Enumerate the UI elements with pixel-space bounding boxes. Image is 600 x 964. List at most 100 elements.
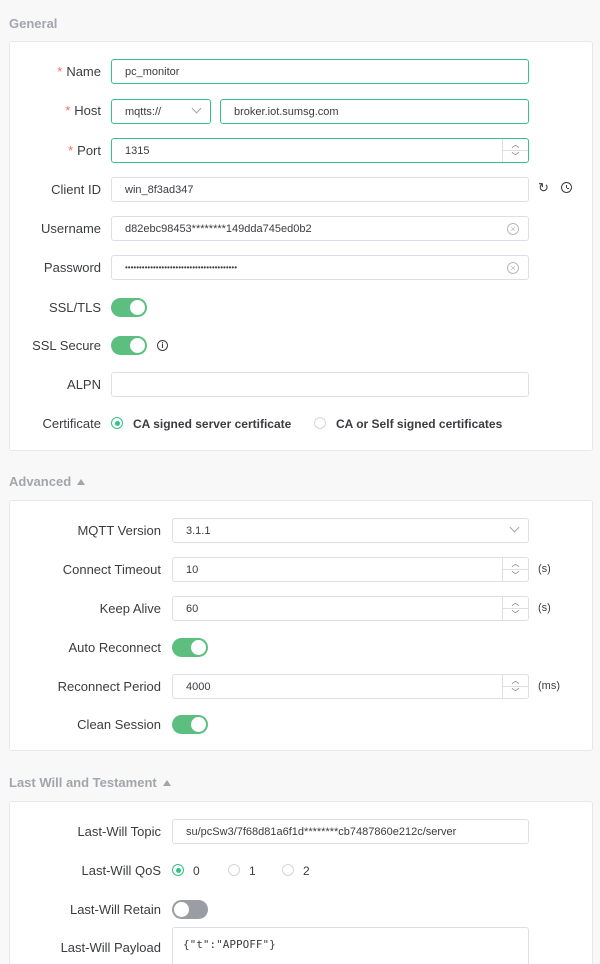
qos-1-radio[interactable] — [228, 864, 240, 876]
connect-timeout-input[interactable]: 10 ︿ ﹀ — [172, 557, 529, 582]
protocol-select[interactable]: mqtts:// — [111, 99, 211, 124]
port-input[interactable]: 1315 ︿ ﹀ — [111, 138, 529, 163]
ssl-tls-label: SSL/TLS — [10, 300, 101, 315]
alpn-label-text: ALPN — [67, 377, 101, 392]
chevron-down-icon — [191, 103, 202, 114]
reconnect-period-label-text: Reconnect Period — [57, 679, 161, 694]
decrement-button[interactable]: ﹀ — [503, 151, 528, 162]
last-will-section-title[interactable]: Last Will and Testament — [9, 775, 171, 790]
advanced-card: MQTT Version 3.1.1 Connect Timeout 10 ︿ ﹀… — [9, 500, 593, 751]
clear-icon[interactable]: × — [507, 223, 519, 235]
required-mark: * — [57, 64, 63, 79]
alpn-label: ALPN — [10, 377, 101, 392]
info-icon[interactable]: i — [157, 340, 168, 351]
host-label: * Host — [10, 103, 101, 118]
username-input[interactable]: d82ebc98453********149dda745ed0b2 × — [111, 216, 529, 241]
refresh-icon[interactable]: ↻ — [538, 181, 549, 195]
last-will-payload-label-text: Last-Will Payload — [60, 940, 161, 955]
ca-signed-label[interactable]: CA signed server certificate — [133, 417, 291, 431]
last-will-retain-label-text: Last-Will Retain — [69, 902, 161, 917]
clean-session-toggle[interactable] — [172, 715, 208, 734]
self-signed-label[interactable]: CA or Self signed certificates — [336, 417, 502, 431]
clock-icon[interactable] — [561, 182, 572, 193]
host-input[interactable]: broker.iot.sumsg.com — [220, 99, 529, 124]
last-will-payload-label: Last-Will Payload — [10, 940, 161, 955]
required-mark: * — [65, 103, 71, 118]
alpn-input[interactable] — [111, 372, 529, 397]
qos-0-label[interactable]: 0 — [193, 864, 200, 878]
reconnect-period-unit: (ms) — [538, 680, 560, 692]
ssl-tls-label-text: SSL/TLS — [48, 300, 101, 315]
increment-button[interactable]: ︿ — [503, 558, 528, 570]
reconnect-period-input[interactable]: 4000 ︿ ﹀ — [172, 674, 529, 699]
name-input[interactable]: pc_monitor — [111, 59, 529, 84]
client-id-label: Client ID — [10, 182, 101, 197]
reconnect-period-value: 4000 — [186, 680, 211, 693]
port-stepper: ︿ ﹀ — [502, 139, 528, 162]
chevron-down-icon — [509, 522, 520, 533]
last-will-topic-label: Last-Will Topic — [10, 824, 161, 839]
reconnect-period-label: Reconnect Period — [10, 679, 161, 694]
self-signed-radio[interactable] — [314, 417, 326, 429]
decrement-button[interactable]: ﹀ — [503, 609, 528, 620]
last-will-payload-editor[interactable]: {"t":"APPOFF"} — [172, 927, 529, 964]
last-will-topic-value: su/pcSw3/7f68d81a6f1d********cb7487860e2… — [186, 825, 457, 838]
qos-1-label[interactable]: 1 — [249, 864, 256, 878]
general-section-title: General — [9, 16, 57, 31]
ssl-secure-toggle[interactable] — [111, 336, 147, 355]
password-input[interactable]: ••••••••••••••••••••••••••••••••••••••••… — [111, 255, 529, 280]
qos-2-label[interactable]: 2 — [303, 864, 310, 878]
increment-button[interactable]: ︿ — [503, 675, 528, 687]
reconnect-period-stepper: ︿ ﹀ — [502, 675, 528, 698]
client-id-input[interactable]: win_8f3ad347 — [111, 177, 529, 202]
auto-reconnect-toggle[interactable] — [172, 638, 208, 657]
protocol-value: mqtts:// — [125, 105, 162, 118]
increment-button[interactable]: ︿ — [503, 139, 528, 151]
connect-timeout-value: 10 — [186, 563, 199, 576]
ca-signed-radio[interactable] — [111, 417, 123, 429]
port-label: * Port — [10, 143, 101, 158]
auto-reconnect-label: Auto Reconnect — [10, 640, 161, 655]
password-label: Password — [10, 260, 101, 275]
decrement-button[interactable]: ﹀ — [503, 687, 528, 698]
connect-timeout-label: Connect Timeout — [10, 562, 161, 577]
connect-timeout-stepper: ︿ ﹀ — [502, 558, 528, 581]
qos-0-radio[interactable] — [172, 864, 184, 876]
clear-icon[interactable]: × — [507, 262, 519, 274]
qos-2-radio[interactable] — [282, 864, 294, 876]
username-label-text: Username — [41, 221, 101, 236]
username-value: d82ebc98453********149dda745ed0b2 — [125, 222, 312, 235]
client-id-value: win_8f3ad347 — [125, 183, 194, 196]
clean-session-label: Clean Session — [10, 717, 161, 732]
clean-session-label-text: Clean Session — [77, 717, 161, 732]
keep-alive-label-text: Keep Alive — [99, 601, 161, 616]
keep-alive-input[interactable]: 60 ︿ ﹀ — [172, 596, 529, 621]
certificate-label: Certificate — [10, 416, 101, 431]
collapse-icon[interactable] — [162, 779, 171, 786]
collapse-icon[interactable] — [77, 478, 86, 485]
last-will-retain-toggle[interactable] — [172, 900, 208, 919]
advanced-title-text: Advanced — [9, 474, 72, 489]
decrement-button[interactable]: ﹀ — [503, 570, 528, 581]
connect-timeout-label-text: Connect Timeout — [62, 562, 161, 577]
connect-timeout-unit: (s) — [538, 563, 551, 575]
mqtt-version-label-text: MQTT Version — [77, 523, 161, 538]
last-will-qos-label-text: Last-Will QoS — [81, 863, 161, 878]
certificate-label-text: Certificate — [42, 416, 101, 431]
client-id-label-text: Client ID — [51, 182, 101, 197]
keep-alive-label: Keep Alive — [10, 601, 161, 616]
host-label-text: Host — [74, 103, 101, 118]
mqtt-version-select[interactable]: 3.1.1 — [172, 518, 529, 543]
name-label: * Name — [10, 64, 101, 79]
ssl-tls-toggle[interactable] — [111, 298, 147, 317]
last-will-topic-input[interactable]: su/pcSw3/7f68d81a6f1d********cb7487860e2… — [172, 819, 529, 844]
increment-button[interactable]: ︿ — [503, 597, 528, 609]
advanced-section-title[interactable]: Advanced — [9, 474, 86, 489]
last-will-qos-label: Last-Will QoS — [10, 863, 161, 878]
name-value: pc_monitor — [125, 65, 180, 78]
ssl-secure-label-text: SSL Secure — [32, 338, 101, 353]
port-label-text: Port — [77, 143, 101, 158]
mqtt-version-value: 3.1.1 — [186, 524, 211, 537]
password-value: •••••••••••••••••••••••••••••••••••••••• — [125, 263, 238, 272]
name-label-text: Name — [66, 64, 101, 79]
